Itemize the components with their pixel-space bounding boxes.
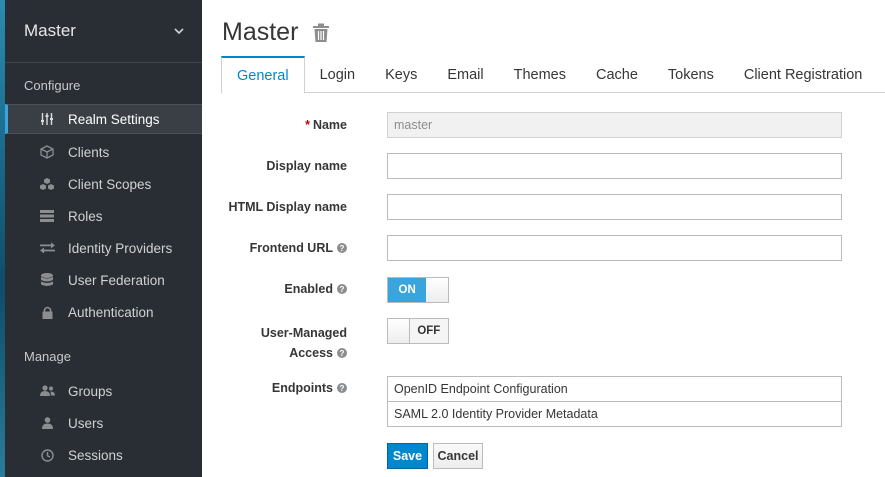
endpoint-openid-link[interactable]: OpenID Endpoint Configuration <box>387 376 842 402</box>
section-configure: Configure <box>24 78 81 93</box>
help-icon[interactable]: ? <box>337 348 347 358</box>
name-label: * Name <box>305 118 347 132</box>
frontend-url-label-text: Frontend URL <box>249 241 333 255</box>
tab-client-registration[interactable]: Client Registration <box>729 56 877 93</box>
tab-bar: General Login Keys Email Themes Cache To… <box>221 56 885 94</box>
sidebar-item-label: Clients <box>68 144 110 160</box>
save-button[interactable]: Save <box>387 443 428 469</box>
frontend-url-field[interactable] <box>387 235 842 261</box>
endpoint-saml-link[interactable]: SAML 2.0 Identity Provider Metadata <box>387 401 842 427</box>
enabled-label-text: Enabled <box>284 282 333 296</box>
toggle-knob <box>388 319 410 343</box>
realm-selector-label: Master <box>24 21 76 40</box>
tab-email[interactable]: Email <box>432 56 498 93</box>
endpoints-label-text: Endpoints <box>271 381 333 395</box>
sidebar-item-label: Users <box>68 415 104 431</box>
clock-icon <box>39 447 55 463</box>
sidebar-item-label: Groups <box>68 383 113 399</box>
sidebar-item-users[interactable]: Users <box>5 408 202 438</box>
sidebar-item-clients[interactable]: Clients <box>5 137 202 167</box>
svg-text:?: ? <box>340 244 345 253</box>
cube-icon <box>39 144 55 160</box>
toggle-on-label: ON <box>388 278 427 302</box>
sidebar-item-label: Identity Providers <box>68 240 173 256</box>
enabled-toggle[interactable]: ON <box>387 277 449 303</box>
tab-cache[interactable]: Cache <box>581 56 653 93</box>
html-display-name-field[interactable] <box>387 194 842 220</box>
cubes-icon <box>39 176 55 192</box>
required-marker: * <box>305 118 310 132</box>
sidebar-item-realm-settings[interactable]: Realm Settings <box>5 104 202 134</box>
toggle-knob <box>426 278 448 302</box>
users-icon <box>39 383 55 399</box>
sidebar-item-client-scopes[interactable]: Client Scopes <box>5 169 202 199</box>
svg-text:?: ? <box>340 349 345 358</box>
name-field[interactable]: master <box>387 112 842 138</box>
help-icon[interactable]: ? <box>337 383 347 393</box>
help-icon[interactable]: ? <box>337 243 347 253</box>
chevron-down-icon <box>174 28 184 35</box>
user-managed-access-label: User-Managed Access? <box>261 323 347 363</box>
lock-icon <box>39 304 55 320</box>
sidebar-item-label: Sessions <box>68 447 123 463</box>
sidebar-item-authentication[interactable]: Authentication <box>5 297 202 327</box>
name-label-text: Name <box>312 118 347 132</box>
tab-general[interactable]: General <box>221 56 305 94</box>
exchange-icon <box>39 240 55 256</box>
sidebar-item-identity-providers[interactable]: Identity Providers <box>5 233 202 263</box>
main-content: Master General Login Keys Email Themes C… <box>202 0 885 477</box>
endpoints-label: Endpoints? <box>272 381 347 395</box>
section-manage: Manage <box>24 349 71 364</box>
tab-keys[interactable]: Keys <box>370 56 432 93</box>
user-managed-label-text: Access <box>289 346 333 360</box>
display-name-label: Display name <box>266 159 347 173</box>
user-icon <box>39 415 55 431</box>
user-managed-label-line1: User-Managed <box>260 326 347 340</box>
sliders-icon <box>39 111 55 127</box>
page-title: Master <box>222 18 299 46</box>
frontend-url-label: Frontend URL? <box>250 241 347 255</box>
toggle-off-label: OFF <box>409 319 448 343</box>
display-name-field[interactable] <box>387 153 842 179</box>
database-icon <box>39 272 55 288</box>
sidebar-item-label: User Federation <box>68 272 165 288</box>
help-icon[interactable]: ? <box>337 284 347 294</box>
sidebar: Master Configure Realm Settings Clients … <box>0 0 202 477</box>
realm-selector[interactable]: Master <box>5 0 202 63</box>
sidebar-item-label: Realm Settings <box>68 111 160 127</box>
user-managed-label-line2: Access? <box>261 343 347 363</box>
page-header: Master <box>222 18 330 47</box>
sidebar-item-groups[interactable]: Groups <box>5 376 202 406</box>
sidebar-item-label: Roles <box>68 208 103 224</box>
svg-text:?: ? <box>340 384 345 393</box>
html-display-name-label: HTML Display name <box>228 200 347 214</box>
sidebar-item-roles[interactable]: Roles <box>5 201 202 231</box>
sidebar-item-user-federation[interactable]: User Federation <box>5 265 202 295</box>
svg-text:?: ? <box>340 285 345 294</box>
cancel-button[interactable]: Cancel <box>433 443 483 469</box>
trash-icon[interactable] <box>312 23 330 43</box>
sidebar-item-sessions[interactable]: Sessions <box>5 440 202 470</box>
user-managed-access-toggle[interactable]: OFF <box>387 318 449 344</box>
sidebar-item-label: Client Scopes <box>68 176 152 192</box>
list-icon <box>39 208 55 224</box>
tab-tokens[interactable]: Tokens <box>653 56 729 93</box>
tab-themes[interactable]: Themes <box>499 56 581 93</box>
tab-login[interactable]: Login <box>305 56 370 93</box>
sidebar-item-label: Authentication <box>68 304 154 320</box>
enabled-label: Enabled? <box>284 282 347 296</box>
